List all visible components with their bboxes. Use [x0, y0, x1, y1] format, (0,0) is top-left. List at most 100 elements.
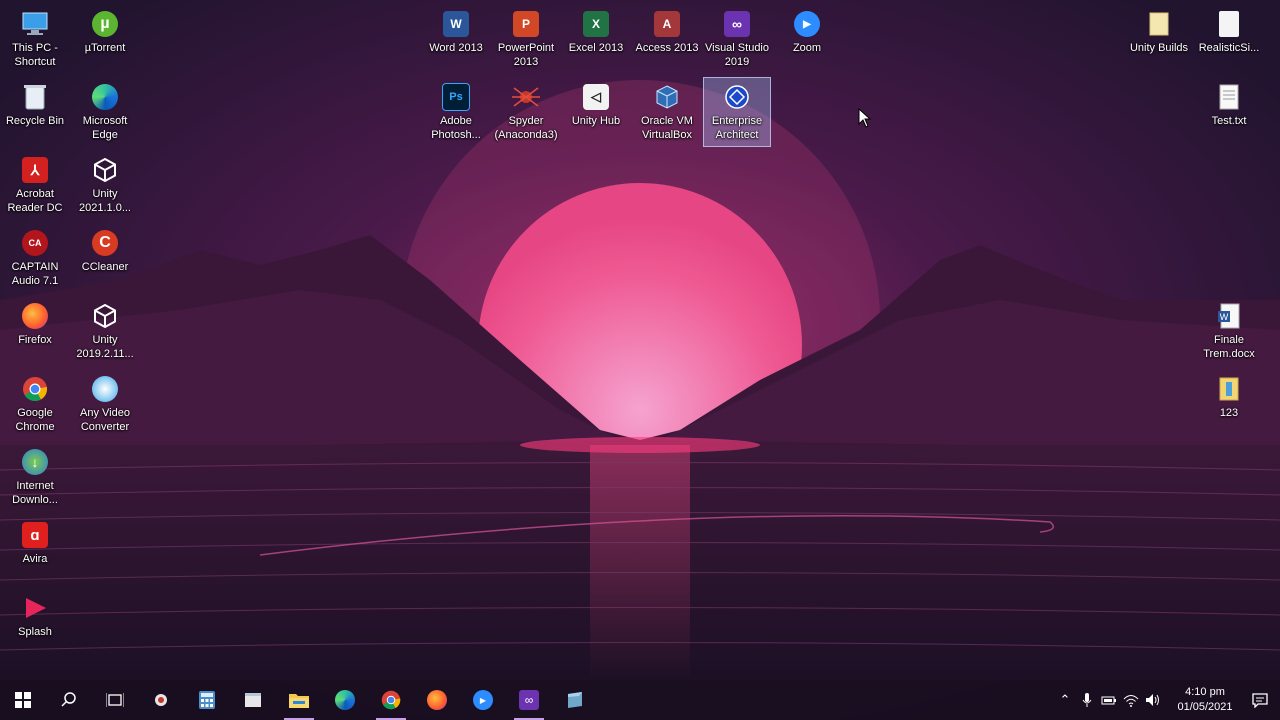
notepad-icon — [245, 693, 261, 707]
powerpoint-2013-icon[interactable]: P PowerPoint 2013 — [492, 4, 560, 74]
acrobat-reader-icon[interactable]: ⅄ Acrobat Reader DC — [1, 150, 69, 220]
taskbar-enterprise-architect-button[interactable] — [552, 680, 598, 720]
spyder-label: Spyder (Anaconda3) — [494, 115, 558, 141]
avira-icon[interactable]: ɑ Avira — [1, 515, 69, 585]
volume-icon — [1146, 694, 1159, 706]
wifi-button[interactable] — [1120, 680, 1142, 720]
unity-2019-icon[interactable]: Unity 2019.2.11... — [71, 296, 139, 366]
adobe-photoshop-icon[interactable]: Ps Adobe Photosh... — [422, 77, 490, 147]
finale-docx-icon[interactable]: W Finale Trem.docx — [1195, 296, 1263, 366]
task-view-icon — [106, 693, 124, 707]
search-icon — [61, 692, 76, 707]
splash-label: Splash — [18, 626, 52, 638]
zoom-taskbar-icon: ▶ — [473, 690, 493, 710]
taskbar-zoom-button[interactable]: ▶ — [460, 680, 506, 720]
powerpoint-2013-label: PowerPoint 2013 — [497, 42, 555, 68]
taskbar-visual-studio-button[interactable]: ∞ — [506, 680, 552, 720]
folder-123-label: 123 — [1219, 407, 1239, 419]
splash-icon[interactable]: Splash — [1, 588, 69, 658]
taskbar: ▶ ∞ ⌃ 4:10 pm 01/05/2021 — [0, 680, 1280, 720]
unity-2019-label: Unity 2019.2.11... — [76, 334, 134, 360]
clock-date: 01/05/2021 — [1177, 701, 1233, 713]
access-2013-label: Access 2013 — [635, 42, 699, 54]
excel-2013-icon[interactable]: X Excel 2013 — [562, 4, 630, 74]
battery-button[interactable] — [1098, 680, 1120, 720]
battery-icon — [1101, 696, 1116, 705]
recycle-bin-label: Recycle Bin — [5, 115, 65, 127]
chevron-up-icon: ⌃ — [1059, 692, 1071, 707]
notification-icon — [1252, 693, 1268, 708]
wifi-icon — [1123, 695, 1139, 707]
ccleaner-icon[interactable]: C CCleaner — [71, 223, 139, 293]
oracle-virtualbox-label: Oracle VM VirtualBox — [641, 115, 693, 141]
visual-studio-2019-icon[interactable]: ∞ Visual Studio 2019 — [703, 4, 771, 74]
taskbar-firefox-button[interactable] — [414, 680, 460, 720]
test-txt-icon[interactable]: Test.txt — [1195, 77, 1263, 147]
internet-download-manager-icon[interactable]: ↓ Internet Downlo... — [1, 442, 69, 512]
excel-2013-label: Excel 2013 — [568, 42, 624, 54]
action-center-button[interactable] — [1240, 692, 1280, 708]
taskbar-clock[interactable]: 4:10 pm 01/05/2021 — [1170, 685, 1240, 715]
recycle-bin-icon[interactable]: Recycle Bin — [1, 77, 69, 147]
captain-audio-icon[interactable]: CA CAPTAIN Audio 7.1 — [1, 223, 69, 293]
this-pc-shortcut-icon[interactable]: This PC - Shortcut — [1, 4, 69, 74]
start-button[interactable] — [0, 680, 46, 720]
taskbar-chrome-button[interactable] — [368, 680, 414, 720]
realistic-file-label: RealisticSi... — [1198, 42, 1260, 54]
taskbar-calculator-button[interactable] — [184, 680, 230, 720]
microsoft-edge-icon[interactable]: Microsoft Edge — [71, 77, 139, 147]
zoom-label: Zoom — [792, 42, 822, 54]
zoom-icon[interactable]: ▶ Zoom — [773, 4, 841, 74]
utorrent-icon[interactable]: µ µTorrent — [71, 4, 139, 74]
task-view-button[interactable] — [92, 680, 138, 720]
visual-studio-2019-label: Visual Studio 2019 — [704, 42, 769, 68]
volume-button[interactable] — [1142, 680, 1164, 720]
word-2013-label: Word 2013 — [429, 42, 483, 54]
enterprise-architect-taskbar-icon — [568, 692, 582, 708]
firefox-icon[interactable]: Firefox — [1, 296, 69, 366]
google-chrome-icon[interactable]: Google Chrome — [1, 369, 69, 439]
edge-icon — [335, 690, 355, 710]
taskbar-spyder-button[interactable] — [138, 680, 184, 720]
adobe-photoshop-label: Adobe Photosh... — [431, 115, 481, 141]
access-2013-icon[interactable]: A Access 2013 — [633, 4, 701, 74]
spyder-icon[interactable]: Spyder (Anaconda3) — [492, 77, 560, 147]
unity-builds-label: Unity Builds — [1129, 42, 1189, 54]
captain-audio-label: CAPTAIN Audio 7.1 — [11, 261, 59, 287]
taskbar-file-explorer-button[interactable] — [276, 680, 322, 720]
realistic-file-icon[interactable]: RealisticSi... — [1195, 4, 1263, 74]
chrome-icon — [381, 690, 401, 710]
show-hidden-icons-button[interactable]: ⌃ — [1054, 680, 1076, 720]
microphone-button[interactable] — [1076, 680, 1098, 720]
folder-123-icon[interactable]: 123 — [1195, 369, 1263, 439]
unity-builds-folder-icon[interactable]: Unity Builds — [1125, 4, 1193, 74]
unity-2021-label: Unity 2021.1.0... — [79, 188, 131, 214]
taskbar-notepad-button[interactable] — [230, 680, 276, 720]
oracle-virtualbox-icon[interactable]: Oracle VM VirtualBox — [633, 77, 701, 147]
windows-logo-icon — [15, 692, 31, 708]
microsoft-edge-label: Microsoft Edge — [82, 115, 128, 141]
internet-download-manager-label: Internet Downlo... — [12, 480, 58, 506]
finale-docx-label: Finale Trem.docx — [1203, 334, 1255, 360]
unity-hub-icon[interactable]: ◁ Unity Hub — [562, 77, 630, 147]
acrobat-reader-label: Acrobat Reader DC — [7, 188, 63, 214]
word-2013-icon[interactable]: W Word 2013 — [422, 4, 490, 74]
spyder-taskbar-icon — [155, 694, 167, 706]
test-txt-label: Test.txt — [1211, 115, 1247, 127]
clock-time: 4:10 pm — [1185, 686, 1225, 698]
any-video-converter-icon[interactable]: Any Video Converter — [71, 369, 139, 439]
any-video-converter-label: Any Video Converter — [80, 407, 130, 433]
search-button[interactable] — [46, 680, 92, 720]
microphone-icon — [1082, 693, 1092, 707]
this-pc-label: This PC - Shortcut — [12, 42, 58, 68]
unity-hub-label: Unity Hub — [571, 115, 621, 127]
firefox-label: Firefox — [18, 334, 52, 346]
avira-label: Avira — [22, 553, 48, 565]
enterprise-architect-label: Enterprise Architect — [711, 115, 763, 141]
enterprise-architect-icon[interactable]: Enterprise Architect — [703, 77, 771, 147]
ccleaner-label: CCleaner — [81, 261, 129, 273]
calculator-icon — [199, 691, 215, 709]
taskbar-edge-button[interactable] — [322, 680, 368, 720]
unity-2021-icon[interactable]: Unity 2021.1.0... — [71, 150, 139, 220]
folder-icon — [289, 694, 309, 708]
